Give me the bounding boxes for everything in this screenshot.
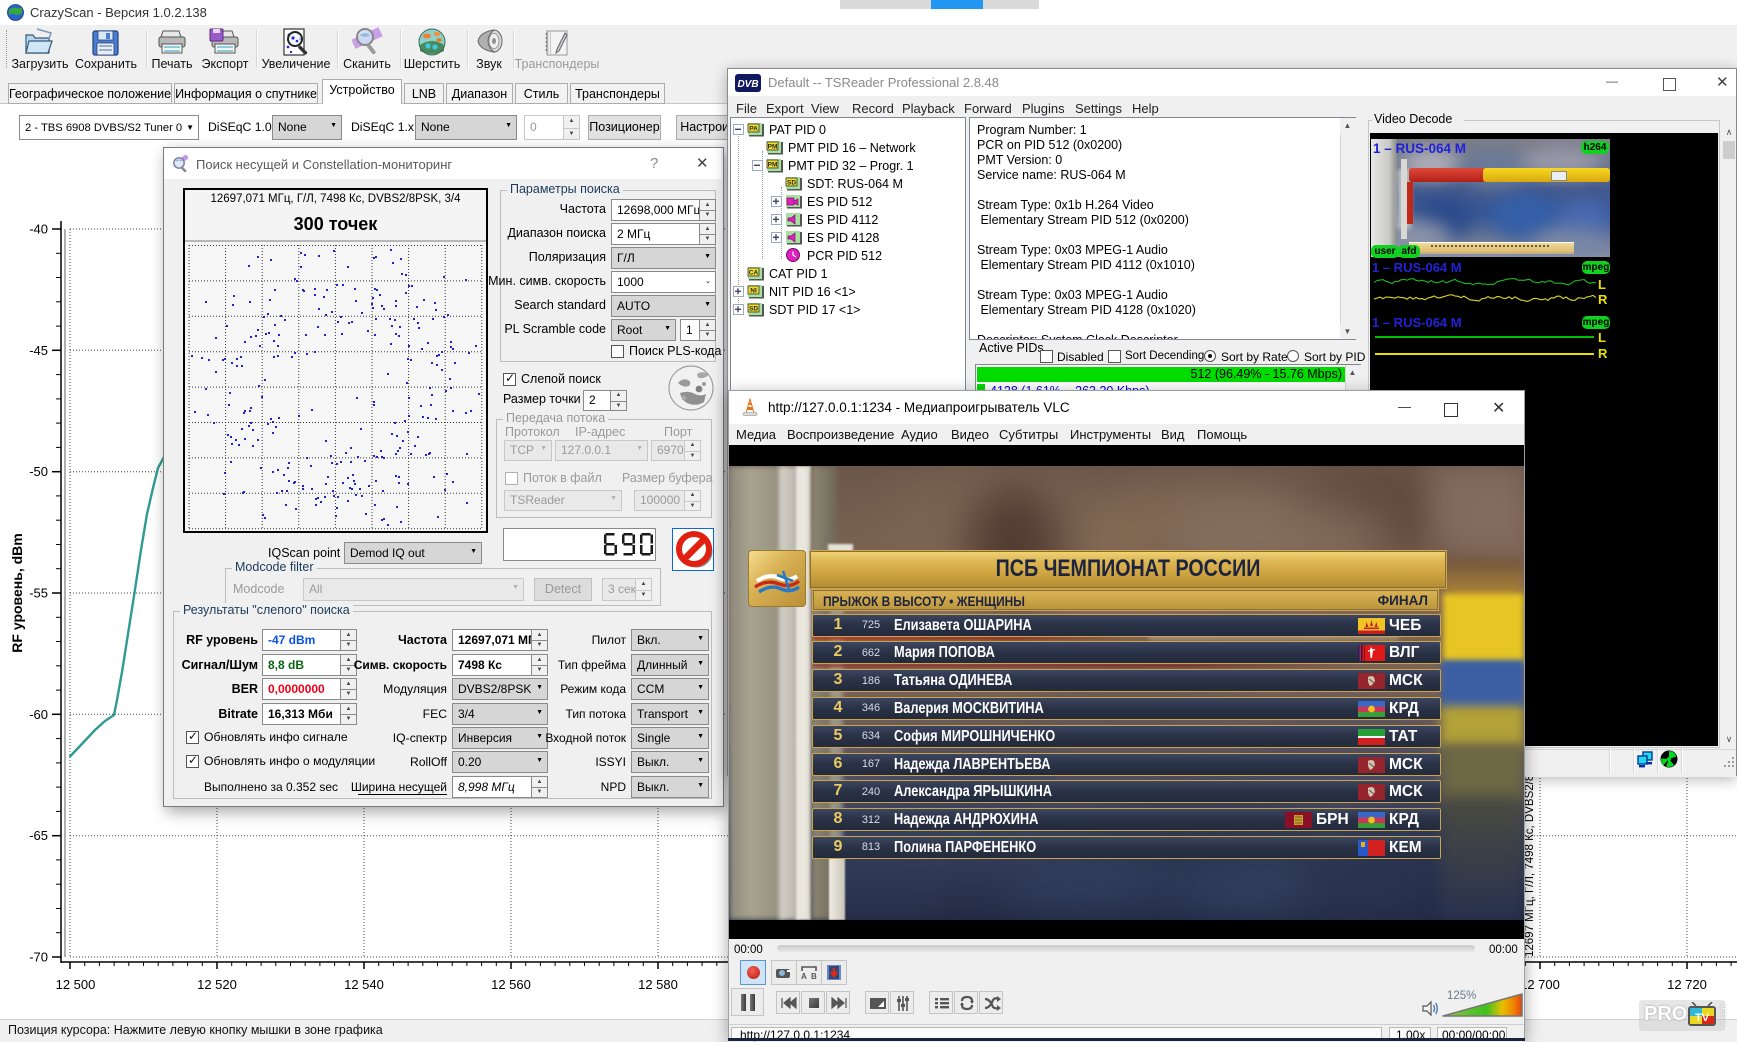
svg-text:-60: -60: [29, 707, 48, 722]
svg-text:PM: PM: [768, 144, 778, 151]
svg-text:B: B: [811, 972, 817, 981]
svg-text:12 580: 12 580: [638, 977, 678, 992]
svg-text:DVB: DVB: [737, 79, 758, 90]
svg-text:PA: PA: [749, 126, 758, 133]
svg-text:RF уровень, dBm: RF уровень, dBm: [9, 533, 25, 652]
svg-text:12 520: 12 520: [197, 977, 237, 992]
svg-text:12 560: 12 560: [491, 977, 531, 992]
svg-text:-45: -45: [29, 343, 48, 358]
svg-text:TV: TV: [1695, 1012, 1710, 1024]
svg-text:12 500: 12 500: [56, 977, 96, 992]
svg-text:12 540: 12 540: [344, 977, 384, 992]
svg-text:SD: SD: [749, 306, 758, 313]
svg-text:SD: SD: [787, 180, 796, 187]
svg-text:-70: -70: [29, 950, 48, 965]
svg-text:PM: PM: [768, 162, 778, 169]
svg-text:-40: -40: [29, 222, 48, 237]
svg-text:-65: -65: [29, 828, 48, 843]
svg-text:NI: NI: [750, 288, 757, 295]
svg-text:A: A: [801, 972, 807, 981]
svg-text:-50: -50: [29, 464, 48, 479]
svg-text:-55: -55: [29, 586, 48, 601]
svg-text:CA: CA: [749, 270, 759, 277]
